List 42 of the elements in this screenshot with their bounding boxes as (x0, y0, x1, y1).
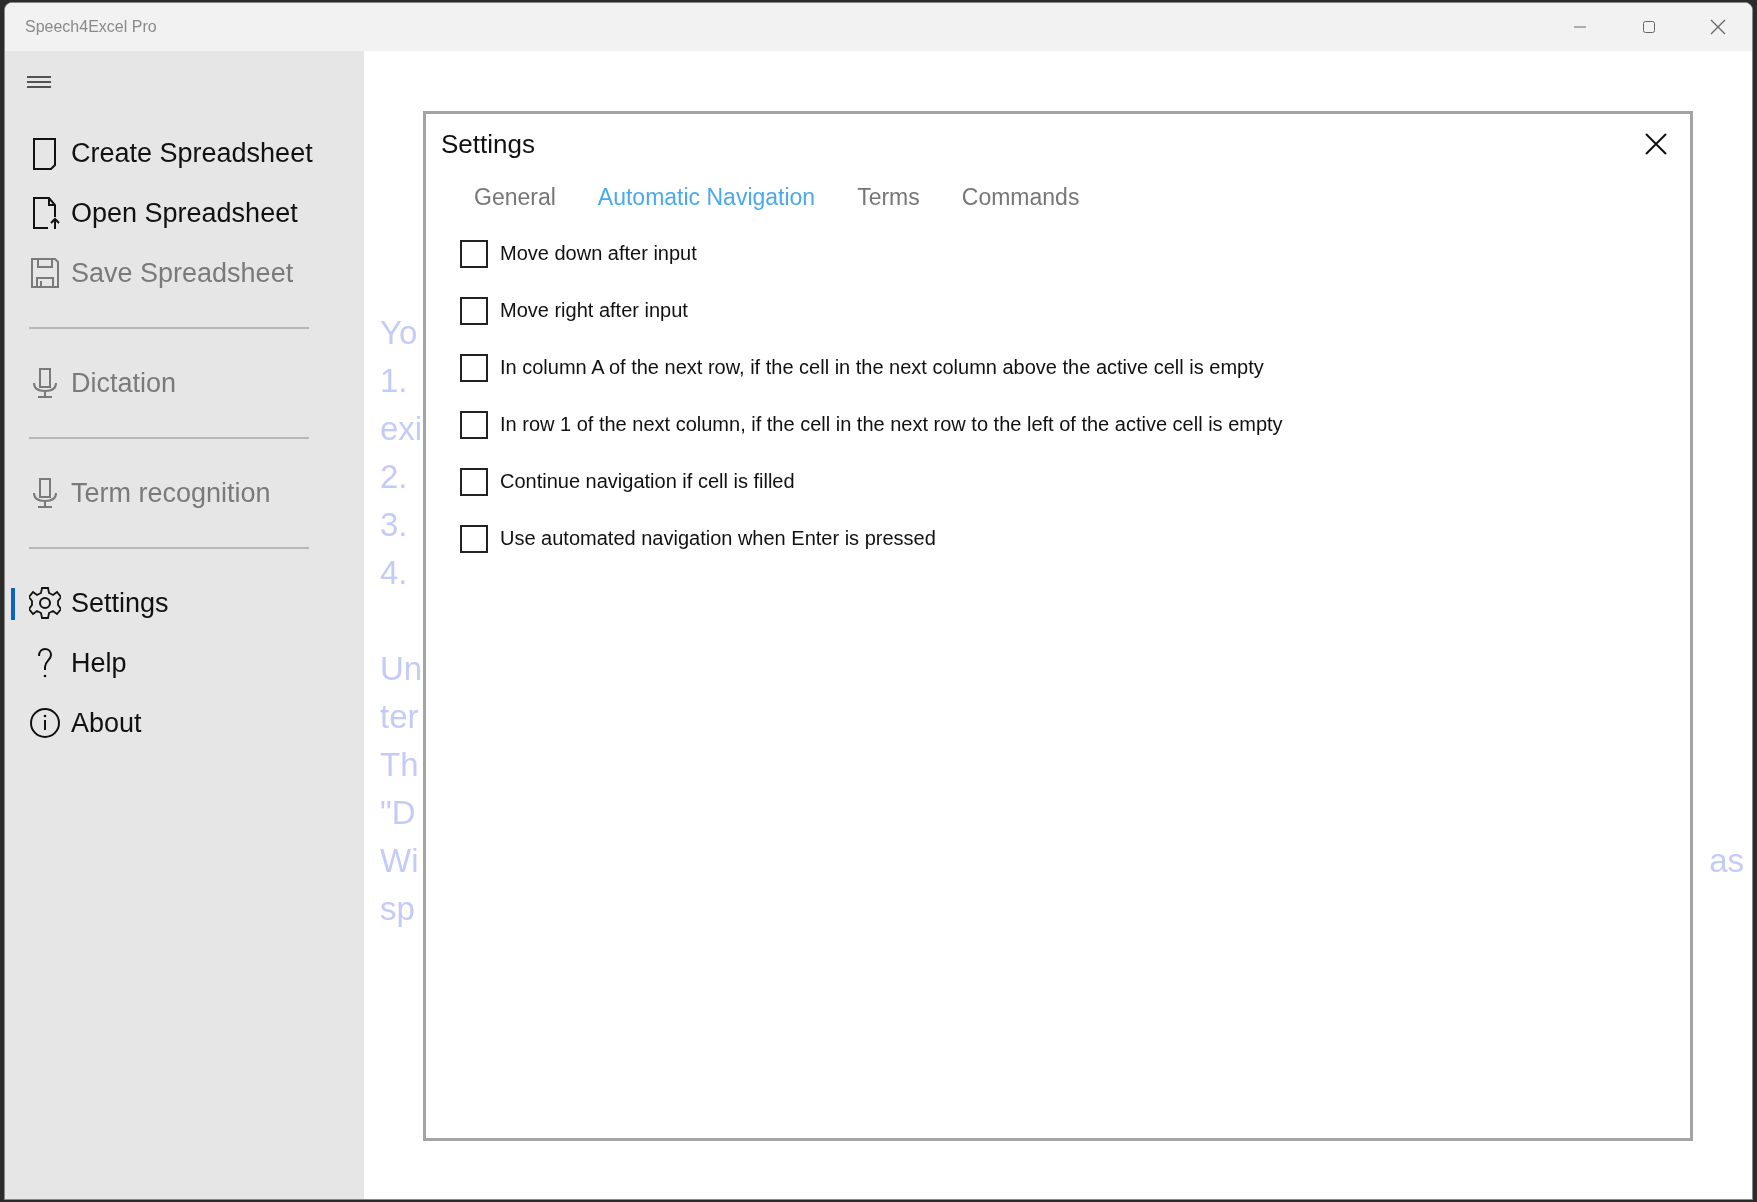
settings-icon (29, 586, 61, 620)
window-title: Speech4Excel Pro (25, 18, 158, 36)
checkbox[interactable] (460, 524, 488, 553)
checkbox[interactable] (460, 467, 488, 496)
background-text: "D (380, 793, 417, 833)
tab[interactable]: General (474, 184, 556, 211)
background-text: Th (380, 745, 420, 785)
sidebar-item[interactable]: About (5, 693, 364, 753)
checkbox-label: Continue navigation if cell is filled (500, 470, 795, 493)
sidebar-item[interactable]: Open Spreadsheet (5, 183, 364, 243)
checkbox[interactable] (460, 410, 488, 439)
checkbox-label: In column A of the next row, if the cell in the next column above the active cell is empty (500, 356, 1264, 379)
background-text: sp (380, 889, 416, 929)
tab[interactable]: Commands (961, 184, 1080, 211)
checkbox[interactable] (460, 239, 488, 268)
menu-icon (26, 75, 52, 89)
sidebar-item[interactable]: Help (5, 633, 364, 693)
maximize-icon (1641, 20, 1656, 34)
close-icon (1709, 19, 1726, 35)
checkbox-label: In row 1 of the next column, if the cell in the next row to the left of the active cell is empty (500, 413, 1283, 436)
checkbox[interactable] (460, 296, 488, 325)
checkbox-label: Use automated navigation when Enter is pressed (500, 527, 936, 550)
checkbox-label: Move down after input (500, 242, 697, 265)
sidebar-item[interactable]: Settings (5, 573, 364, 633)
background-text: Wi (380, 841, 420, 881)
checkbox-label: Move right after input (500, 299, 688, 322)
tab[interactable]: Automatic Navigation (597, 184, 816, 211)
background-text: 1. (380, 361, 409, 401)
background-text: 2. (380, 457, 409, 497)
background-text: Un (380, 649, 423, 689)
tab[interactable]: Terms (857, 184, 920, 211)
dialog-title: Settings (441, 128, 535, 160)
sidebar-item[interactable]: Create Spreadsheet (5, 123, 364, 183)
background-text: as (1709, 841, 1744, 881)
background-text: 3. (380, 505, 409, 545)
background-text: 4. (380, 553, 409, 593)
close-icon (1645, 133, 1667, 155)
info-icon (29, 706, 61, 740)
background-text: Yo (380, 313, 419, 353)
background-text: exi (380, 409, 423, 449)
background-text: ter (380, 697, 420, 737)
checkbox[interactable] (460, 353, 488, 382)
